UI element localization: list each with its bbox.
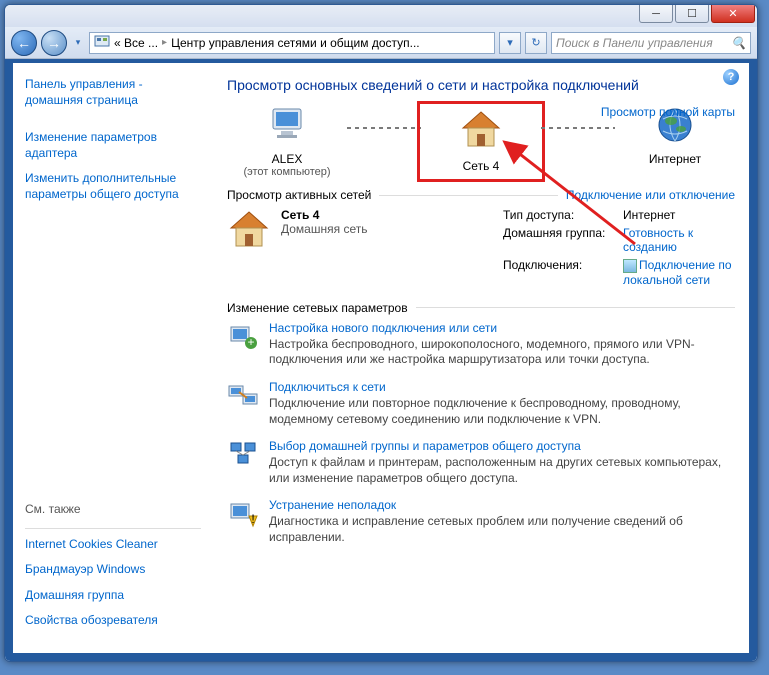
- task-title[interactable]: Выбор домашней группы и параметров общег…: [269, 439, 735, 453]
- pc-sub-label: (этот компьютер): [227, 166, 347, 178]
- active-network-row: Сеть 4 Домашняя сеть Тип доступа: Интерн…: [227, 208, 735, 291]
- connections-link[interactable]: Подключение по локальной сети: [623, 258, 735, 287]
- connect-icon: [227, 380, 259, 412]
- highlight-box: Сеть 4: [417, 101, 545, 182]
- sidebar-home-link[interactable]: Панель управления - домашняя страница: [25, 77, 201, 108]
- sidebar-adapter-link[interactable]: Изменение параметров адаптера: [25, 130, 201, 161]
- search-input[interactable]: Поиск в Панели управления 🔍: [551, 32, 751, 54]
- house-icon: [227, 208, 271, 252]
- tasks-list: + Настройка нового подключения или сети …: [227, 321, 735, 546]
- homegroup-link[interactable]: Готовность к созданию: [623, 226, 735, 254]
- nav-history-dropdown[interactable]: ▾: [71, 33, 85, 53]
- pc-name-label: ALEX: [227, 152, 347, 166]
- control-panel-window: ─ ☐ ✕ ← → ▾ « Все ... ▸ Центр управления…: [4, 4, 758, 662]
- active-net-type-link[interactable]: Домашняя сеть: [281, 222, 367, 236]
- task-title[interactable]: Устранение неполадок: [269, 498, 735, 512]
- node-network[interactable]: Сеть 4: [421, 105, 541, 178]
- task-desc: Доступ к файлам и принтерам, расположенн…: [269, 455, 735, 486]
- sidebar-homegroup-link[interactable]: Домашняя группа: [25, 588, 201, 604]
- task-desc: Подключение или повторное подключение к …: [269, 396, 735, 427]
- network-settings-header: Изменение сетевых параметров: [227, 301, 735, 315]
- see-also-label: См. также: [25, 502, 201, 516]
- page-title: Просмотр основных сведений о сети и наст…: [227, 77, 735, 93]
- lan-icon: [623, 259, 637, 273]
- active-network-details: Тип доступа: Интернет Домашняя группа: Г…: [503, 208, 735, 291]
- network-name-label: Сеть 4: [426, 159, 536, 173]
- task-homegroup[interactable]: Выбор домашней группы и параметров общег…: [227, 439, 735, 486]
- internet-label: Интернет: [615, 152, 735, 166]
- body-area: Панель управления - домашняя страница Из…: [5, 59, 757, 661]
- connection-line: [347, 127, 421, 129]
- connect-disconnect-link[interactable]: Подключение или отключение: [566, 188, 735, 202]
- chevron-right-icon: ▸: [162, 37, 167, 48]
- task-troubleshoot[interactable]: ! Устранение неполадок Диагностика и исп…: [227, 498, 735, 545]
- full-map-link[interactable]: Просмотр полной карты: [601, 105, 735, 119]
- address-row: ← → ▾ « Все ... ▸ Центр управления сетям…: [5, 27, 757, 59]
- main-content: ? Просмотр основных сведений о сети и на…: [213, 63, 749, 653]
- address-bar[interactable]: « Все ... ▸ Центр управления сетями и об…: [89, 32, 495, 54]
- minimize-button[interactable]: ─: [639, 5, 673, 23]
- node-this-pc[interactable]: ALEX (этот компьютер): [227, 105, 347, 178]
- task-desc: Диагностика и исправление сетевых пробле…: [269, 514, 735, 545]
- homegroup-icon: [227, 439, 259, 471]
- settings-header-label: Изменение сетевых параметров: [227, 301, 408, 315]
- back-button[interactable]: ←: [11, 30, 37, 56]
- monitor-icon: [267, 105, 307, 145]
- search-icon: 🔍: [731, 36, 746, 50]
- title-bar: ─ ☐ ✕: [5, 5, 757, 27]
- homegroup-key: Домашняя группа:: [503, 226, 623, 254]
- task-connect[interactable]: Подключиться к сети Подключение или повт…: [227, 380, 735, 427]
- forward-button[interactable]: →: [41, 30, 67, 56]
- access-type-key: Тип доступа:: [503, 208, 623, 222]
- breadcrumb-current: Центр управления сетями и общим доступ..…: [171, 36, 420, 50]
- sidebar: Панель управления - домашняя страница Из…: [13, 63, 213, 653]
- access-type-value: Интернет: [623, 208, 735, 222]
- connection-line: [541, 127, 615, 129]
- active-net-name: Сеть 4: [281, 208, 367, 222]
- troubleshoot-icon: !: [227, 498, 259, 530]
- help-icon[interactable]: ?: [723, 69, 739, 85]
- connections-key: Подключения:: [503, 258, 623, 287]
- new-connection-icon: +: [227, 321, 259, 353]
- maximize-button[interactable]: ☐: [675, 5, 709, 23]
- sidebar-browser-link[interactable]: Свойства обозревателя: [25, 613, 201, 629]
- breadcrumb-prefix: « Все ...: [114, 36, 158, 50]
- sidebar-firewall-link[interactable]: Брандмауэр Windows: [25, 562, 201, 578]
- network-map: Просмотр полной карты ALEX (этот компьют…: [227, 105, 735, 178]
- divider: [25, 528, 201, 529]
- task-desc: Настройка беспроводного, широкополосного…: [269, 337, 735, 368]
- control-panel-icon: [94, 33, 110, 52]
- active-network-left[interactable]: Сеть 4 Домашняя сеть: [227, 208, 487, 291]
- address-dropdown-button[interactable]: ▾: [499, 32, 521, 54]
- close-button[interactable]: ✕: [711, 5, 755, 23]
- svg-text:!: !: [251, 512, 254, 526]
- sidebar-sharing-link[interactable]: Изменить дополнительные параметры общего…: [25, 171, 201, 202]
- task-title[interactable]: Настройка нового подключения или сети: [269, 321, 735, 335]
- task-new-connection[interactable]: + Настройка нового подключения или сети …: [227, 321, 735, 368]
- search-placeholder: Поиск в Панели управления: [556, 36, 713, 50]
- active-header-label: Просмотр активных сетей: [227, 188, 371, 202]
- window-controls: ─ ☐ ✕: [639, 5, 755, 23]
- refresh-button[interactable]: ↻: [525, 32, 547, 54]
- svg-text:+: +: [247, 335, 254, 349]
- active-networks-header: Просмотр активных сетей Подключение или …: [227, 188, 735, 202]
- house-icon: [459, 108, 503, 152]
- task-title[interactable]: Подключиться к сети: [269, 380, 735, 394]
- sidebar-cookies-link[interactable]: Internet Cookies Cleaner: [25, 537, 201, 553]
